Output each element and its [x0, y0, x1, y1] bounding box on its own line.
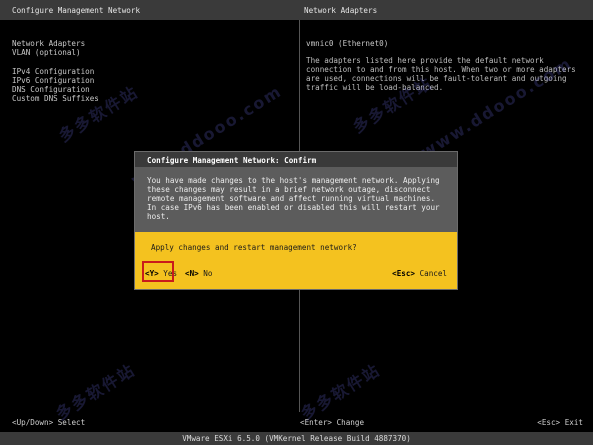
footer-exit-label: Exit [564, 418, 583, 427]
menu-item-ipv4[interactable]: IPv4 Configuration [12, 67, 99, 76]
cancel-key: <Esc> [392, 269, 415, 278]
dialog-question: Apply changes and restart management net… [151, 243, 357, 252]
status-bar: VMware ESXi 6.5.0 (VMKernel Release Buil… [0, 432, 593, 445]
dialog-message-area: Configure Management Network: Confirm Yo… [135, 152, 457, 232]
dialog-message: You have made changes to the host's mana… [147, 176, 440, 221]
dialog-title: Configure Management Network: Confirm [147, 156, 317, 165]
footer-change-label: Change [336, 418, 365, 427]
cancel-button[interactable]: <Esc> Cancel [392, 269, 447, 278]
config-menu: Network Adapters VLAN (optional) IPv4 Co… [12, 39, 99, 103]
footer-change-key: <Enter> [300, 418, 333, 427]
no-key: <N> [185, 269, 199, 278]
footer-select-hint: <Up/Down> Select [12, 418, 85, 427]
adapter-name: vmnic0 (Ethernet0) [306, 39, 389, 48]
no-label: No [203, 269, 213, 278]
footer-change-hint: <Enter> Change [300, 418, 364, 427]
footer-exit-key: <Esc> [537, 418, 561, 427]
title-bar: Configure Management Network Network Ada… [0, 0, 593, 20]
confirm-dialog: Configure Management Network: Confirm Yo… [134, 151, 458, 290]
footer-select-key: <Up/Down> [12, 418, 54, 427]
menu-item-dns[interactable]: DNS Configuration [12, 85, 99, 94]
footer-select-label: Select [57, 418, 86, 427]
right-header: Network Adapters [304, 6, 378, 15]
version-info: VMware ESXi 6.5.0 (VMKernel Release Buil… [182, 434, 411, 443]
footer-bar: <Up/Down> Select <Enter> Change <Esc> Ex… [0, 412, 593, 432]
menu-item-vlan[interactable]: VLAN (optional) [12, 48, 99, 57]
menu-item-dns-suffixes[interactable]: Custom DNS Suffixes [12, 94, 99, 103]
cancel-label: Cancel [419, 269, 447, 278]
footer-exit-hint: <Esc> Exit [537, 418, 583, 427]
no-button[interactable]: <N> No [185, 269, 212, 278]
yes-highlight-box [142, 261, 174, 282]
left-header: Configure Management Network [12, 6, 141, 15]
dialog-title-bar: Configure Management Network: Confirm [135, 152, 457, 167]
menu-item-ipv6[interactable]: IPv6 Configuration [12, 76, 99, 85]
menu-item-network-adapters[interactable]: Network Adapters [12, 39, 99, 48]
